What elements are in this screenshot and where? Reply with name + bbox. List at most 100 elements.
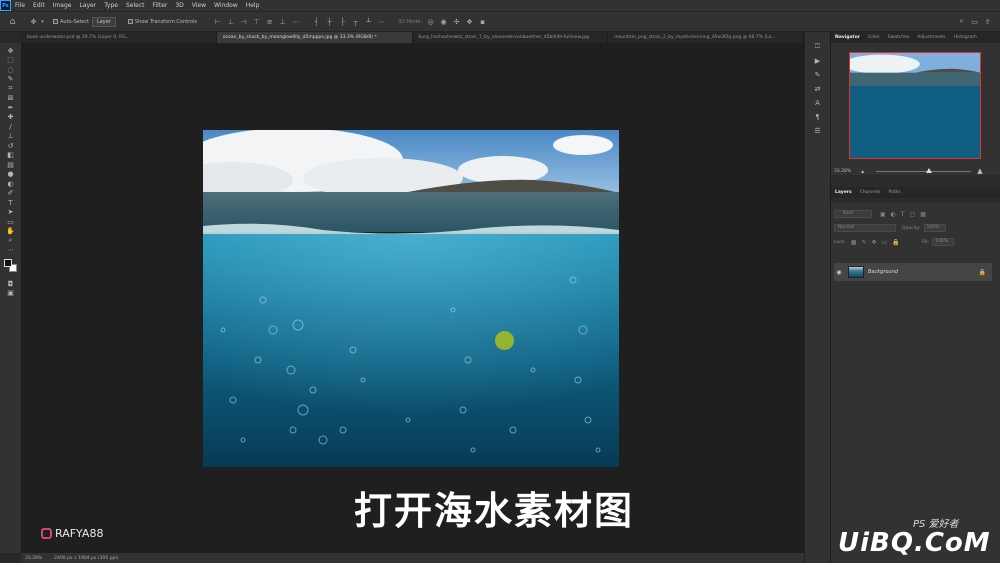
transform-controls-checkbox[interactable] (127, 19, 133, 24)
distribute-right-icon[interactable]: ├ (338, 17, 347, 26)
distribute-center-icon[interactable]: ┼ (325, 17, 334, 26)
zoom-out-icon[interactable]: ▴ (861, 168, 864, 175)
menu-select[interactable]: Select (122, 2, 149, 9)
filter-smart-icon[interactable]: ▦ (920, 211, 926, 218)
align-center-icon[interactable]: ⊥ (226, 17, 235, 26)
shape-icon[interactable]: ▭ (5, 217, 17, 226)
foreground-color-swatch[interactable] (3, 259, 12, 267)
tab-channels[interactable]: Channels (856, 190, 885, 195)
more-icon[interactable]: ⋯ (291, 17, 300, 26)
move-tool-icon[interactable]: ✥ (29, 17, 38, 26)
quick-select-icon[interactable]: ✎ (5, 75, 17, 84)
menu-help[interactable]: Help (242, 2, 264, 9)
menu-file[interactable]: File (11, 2, 29, 9)
brush-settings-icon[interactable]: ✎ (812, 70, 824, 79)
navigator-zoom-value[interactable]: 33.28% (834, 169, 851, 174)
tab-histogram[interactable]: Histogram (949, 35, 980, 40)
3d-scale-icon[interactable]: ▪ (478, 17, 487, 26)
ocean-image[interactable] (203, 130, 619, 467)
align-top-icon[interactable]: ⊤ (252, 17, 261, 26)
healing-icon[interactable]: ✚ (5, 113, 17, 122)
quick-mask-icon[interactable]: ◘ (5, 279, 17, 288)
filter-shape-icon[interactable]: ▢ (910, 211, 916, 218)
lock-all-icon[interactable]: 🔒 (892, 239, 899, 246)
share-icon[interactable]: ⇪ (983, 17, 992, 26)
distribute-more-icon[interactable]: ⋯ (377, 17, 386, 26)
tab-swatches[interactable]: Swatches (884, 35, 914, 40)
tab-book-underwater[interactable]: book underwater.psd @ 29.7% (Layer 0, RG… (21, 32, 217, 43)
move-icon[interactable]: ✥ (5, 46, 17, 55)
3d-pan-icon[interactable]: ✣ (452, 17, 461, 26)
zoom-in-icon[interactable]: ▲ (977, 167, 982, 175)
tab-paths[interactable]: Paths (884, 190, 904, 195)
tab-navigator[interactable]: Navigator (831, 35, 864, 40)
lock-move-icon[interactable]: ✥ (871, 239, 876, 246)
workspace-icon[interactable]: ▭ (970, 17, 979, 26)
menu-layer[interactable]: Layer (75, 2, 100, 9)
menu-image[interactable]: Image (49, 2, 76, 9)
tab-adjustments[interactable]: Adjustments (913, 35, 949, 40)
filter-adjust-icon[interactable]: ◐ (891, 211, 896, 218)
blend-mode-dropdown[interactable]: Normal (834, 224, 896, 232)
layer-kind-filter[interactable]: Kind (834, 210, 872, 218)
lock-paint-icon[interactable]: ✎ (861, 239, 866, 246)
tab-ocean[interactable]: ocean_by_shock_by_moonglowlilly_d5mpppo.… (216, 32, 413, 43)
tab-layers[interactable]: Layers (831, 190, 856, 195)
3d-slide-icon[interactable]: ❖ (465, 17, 474, 26)
color-swatches[interactable] (3, 259, 18, 273)
menu-filter[interactable]: Filter (149, 2, 172, 9)
zoom-slider[interactable] (876, 167, 972, 173)
align-middle-icon[interactable]: ≡ (265, 17, 274, 26)
gradient-icon[interactable]: ▤ (5, 160, 17, 169)
menu-edit[interactable]: Edit (29, 2, 49, 9)
crop-icon[interactable]: ⌗ (5, 84, 17, 93)
brush-icon[interactable]: ∕ (5, 122, 17, 131)
distribute-left-icon[interactable]: ┤ (312, 17, 321, 26)
menu-3d[interactable]: 3D (171, 2, 187, 9)
layer-row-background[interactable]: ◉ Background 🔒 (834, 263, 992, 281)
history-icon[interactable]: ⏍ (812, 42, 824, 51)
history-brush-icon[interactable]: ↺ (5, 141, 17, 150)
distribute-top-icon[interactable]: ┬ (351, 17, 360, 26)
canvas-area[interactable]: 打开海水素材图 RAFYA88 (21, 43, 804, 553)
more-tools-icon[interactable]: ⋯ (5, 246, 17, 255)
menu-type[interactable]: Type (100, 2, 122, 9)
actions-icon[interactable]: ▶ (812, 56, 824, 65)
type-icon[interactable]: T (5, 198, 17, 207)
navigator-preview[interactable] (849, 52, 981, 159)
3d-orbit-icon[interactable]: ◎ (426, 17, 435, 26)
align-left-icon[interactable]: ⊢ (213, 17, 222, 26)
tab-mountain[interactable]: mountain_png_stock_2_by_mysticmorning_d5… (608, 32, 804, 43)
eye-icon[interactable]: ◉ (834, 269, 844, 276)
character-icon[interactable]: A (812, 98, 824, 107)
auto-select-checkbox[interactable] (53, 19, 58, 24)
adjust-icon[interactable]: ⇄ (812, 84, 824, 93)
paragraph-icon[interactable]: ¶ (812, 112, 824, 121)
menu-view[interactable]: View (188, 2, 210, 9)
layer-name[interactable]: Background (868, 269, 898, 275)
screen-mode-icon[interactable]: ▣ (5, 289, 17, 298)
filter-type-icon[interactable]: T (901, 211, 905, 218)
zoom-icon[interactable]: ⌕ (5, 236, 17, 245)
fill-value[interactable]: 100% (932, 238, 955, 246)
align-bottom-icon[interactable]: ⊥ (278, 17, 287, 26)
lasso-icon[interactable]: ◌ (5, 65, 17, 74)
zoom-slider-knob[interactable] (926, 167, 933, 173)
menu-window[interactable]: Window (210, 2, 242, 9)
marquee-icon[interactable]: ⬚ (5, 56, 17, 65)
3d-roll-icon[interactable]: ◉ (439, 17, 448, 26)
tab-burg[interactable]: burg_hochosterwitz_stock_7_by_alexanderv… (413, 32, 609, 43)
lock-artboard-icon[interactable]: ▭ (882, 239, 888, 246)
eyedropper-icon[interactable]: ✒ (5, 103, 17, 112)
properties-icon[interactable]: ☰ (812, 126, 824, 135)
path-select-icon[interactable]: ➤ (5, 208, 17, 217)
auto-select-dropdown[interactable]: Layer (91, 16, 116, 27)
stamp-icon[interactable]: ⊥ (5, 132, 17, 141)
pen-icon[interactable]: ✐ (5, 189, 17, 198)
eraser-icon[interactable]: ◧ (5, 151, 17, 160)
home-icon[interactable]: ⌂ (8, 17, 17, 27)
distribute-bottom-icon[interactable]: ┴ (364, 17, 373, 26)
status-zoom[interactable]: 33.28% (25, 556, 42, 561)
opacity-value[interactable]: 100% (923, 224, 946, 232)
filter-pixel-icon[interactable]: ▣ (880, 211, 886, 218)
